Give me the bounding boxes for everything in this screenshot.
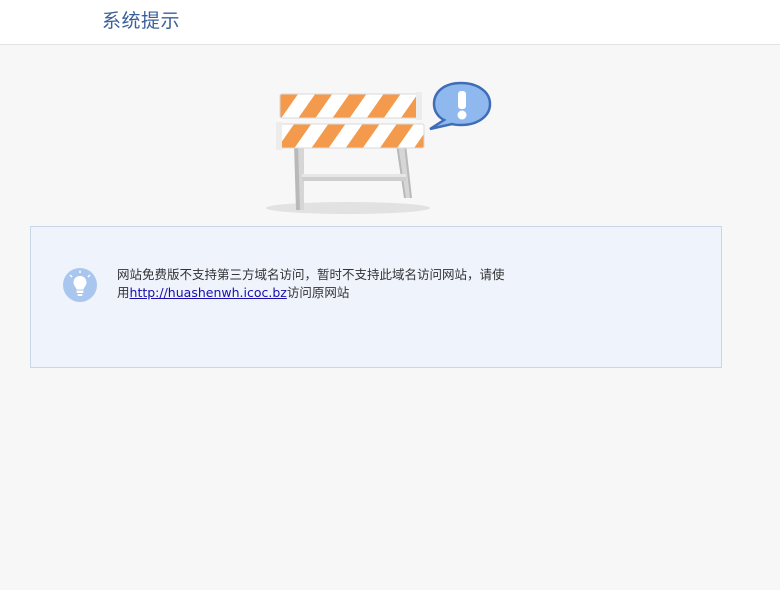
- original-site-link[interactable]: http://huashenwh.icoc.bz: [130, 285, 287, 300]
- notice-box: 网站免费版不支持第三方域名访问，暂时不支持此域名访问网站，请使 用http://…: [30, 226, 722, 368]
- notice-message-line1: 网站免费版不支持第三方域名访问，暂时不支持此域名访问网站，请使: [117, 267, 505, 282]
- notice-message: 网站免费版不支持第三方域名访问，暂时不支持此域名访问网站，请使 用http://…: [117, 266, 567, 302]
- warning-illustration: [258, 78, 508, 218]
- top-header-bar: 系统提示: [0, 0, 780, 45]
- page-title: 系统提示: [102, 10, 181, 32]
- warning-speech-bubble-icon: [429, 81, 492, 131]
- lightbulb-icon: [63, 268, 97, 302]
- notice-message-prefix: 用: [117, 285, 130, 300]
- notice-message-suffix: 访问原网站: [286, 285, 350, 300]
